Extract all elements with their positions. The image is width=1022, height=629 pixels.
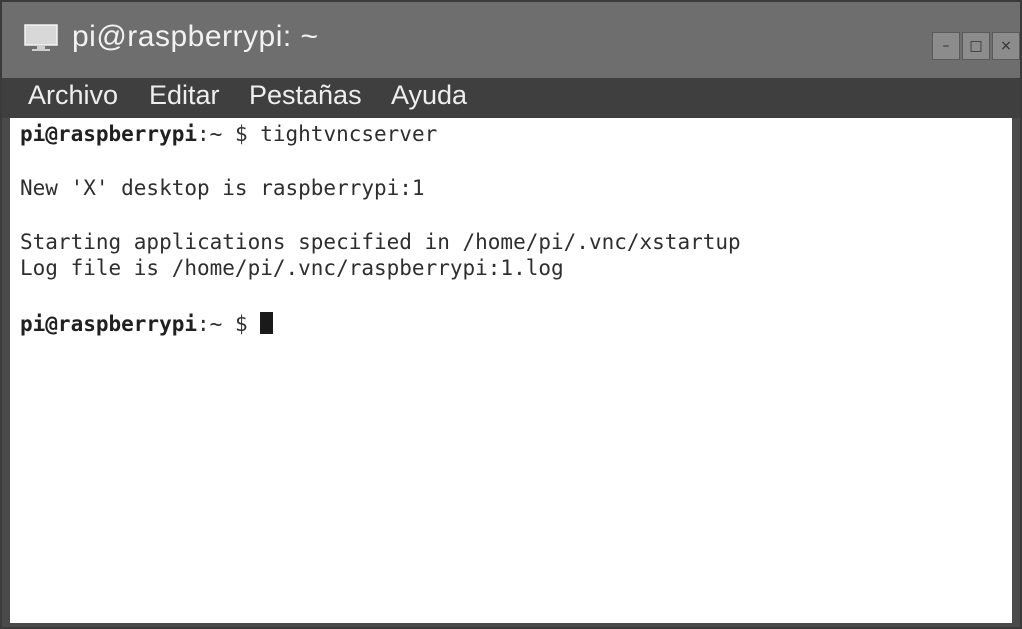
menu-item-pestanas[interactable]: Pestañas (249, 80, 362, 111)
terminal-line-output: New 'X' desktop is raspberrypi:1 (20, 176, 425, 200)
text-cursor (260, 312, 274, 334)
title-bar[interactable]: pi@raspberrypi: ~ – □ × (2, 2, 1020, 78)
terminal-line-command: pi@raspberrypi:~ $ tightvncserver (20, 122, 437, 146)
window-title: pi@raspberrypi: ~ (72, 20, 319, 53)
menu-bar: Archivo Editar Pestañas Ayuda (2, 78, 1020, 118)
prompt-user: pi@raspberrypi (20, 312, 198, 336)
maximize-icon: □ (969, 38, 983, 54)
menu-item-editar[interactable]: Editar (149, 80, 220, 111)
menu-item-archivo[interactable]: Archivo (28, 80, 118, 111)
close-button[interactable]: × (992, 32, 1020, 60)
terminal-app-icon (24, 24, 58, 51)
terminal-line-output: Starting applications specified in /home… (20, 230, 741, 254)
terminal-output-area[interactable]: pi@raspberrypi:~ $ tightvncserver New 'X… (10, 118, 1016, 623)
command-text: tightvncserver (260, 122, 438, 146)
prompt-path: :~ $ (197, 312, 261, 336)
minimize-icon: – (942, 38, 950, 54)
minimize-button[interactable]: – (932, 32, 960, 60)
prompt-user: pi@raspberrypi (20, 122, 198, 146)
prompt-path: :~ $ (197, 122, 261, 146)
terminal-window: pi@raspberrypi: ~ – □ × Archivo Editar P… (0, 0, 1022, 629)
close-icon: × (1000, 38, 1012, 54)
maximize-button[interactable]: □ (962, 32, 990, 60)
terminal-line-output: Log file is /home/pi/.vnc/raspberrypi:1.… (20, 256, 564, 280)
terminal-line-prompt: pi@raspberrypi:~ $ (20, 312, 274, 336)
menu-item-ayuda[interactable]: Ayuda (391, 80, 467, 111)
